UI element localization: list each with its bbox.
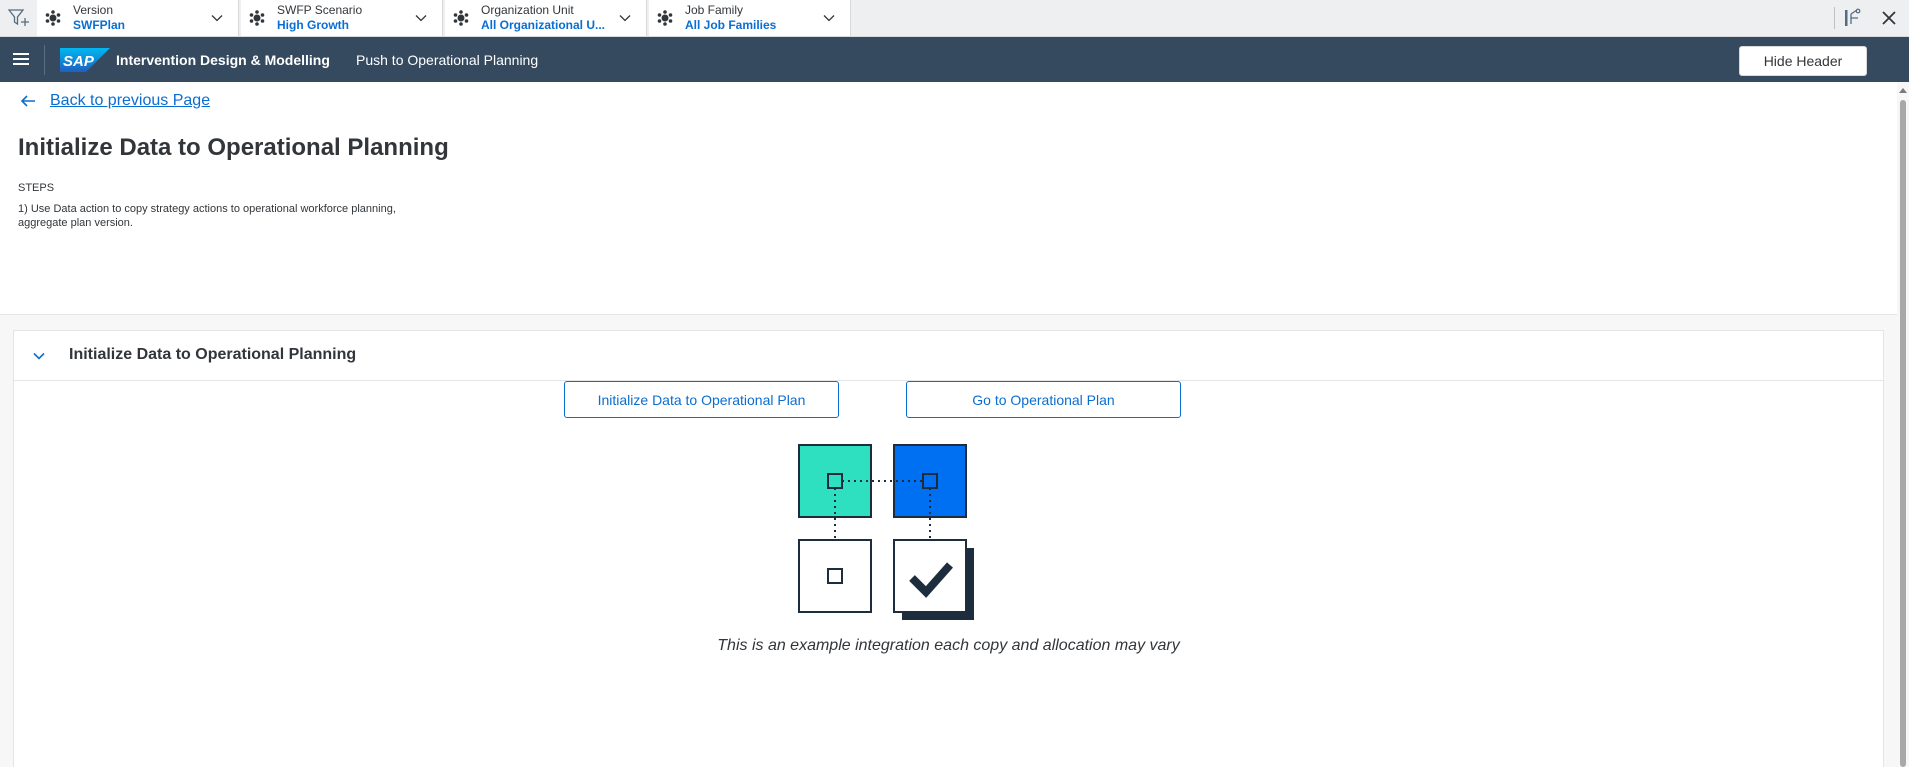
filter-value: SWFPlan [73, 18, 126, 32]
filter-job-family[interactable]: Job Family All Job Families [649, 0, 851, 36]
hierarchy-icon [657, 10, 673, 26]
back-link[interactable]: Back to previous Page [20, 92, 210, 110]
filter-bar: Version SWFPlan SWFP Scenario High Growt… [0, 0, 1909, 37]
filter-value: All Job Families [685, 18, 777, 32]
hide-header-button[interactable]: Hide Header [1739, 46, 1867, 76]
filter-label: Version [73, 3, 114, 17]
close-icon[interactable] [1880, 9, 1898, 27]
filter-label: Job Family [685, 3, 744, 17]
go-to-operational-plan-button[interactable]: Go to Operational Plan [906, 381, 1181, 418]
filter-value: High Growth [277, 18, 349, 32]
illustration-caption: This is an example integration each copy… [717, 637, 1180, 654]
initialize-data-button[interactable]: Initialize Data to Operational Plan [564, 381, 839, 418]
shell-bar: SAP Intervention Design & Modelling Push… [0, 37, 1909, 82]
initialize-data-panel: Initialize Data to Operational Planning … [13, 330, 1884, 767]
filter-label: SWFP Scenario [277, 3, 363, 17]
hierarchy-icon [249, 10, 265, 26]
steps-text: 1) Use Data action to copy strategy acti… [18, 203, 396, 229]
filter-swfp-scenario[interactable]: SWFP Scenario High Growth [241, 0, 443, 36]
filter-value: All Organizational U... [481, 18, 606, 32]
integration-illustration [798, 444, 974, 620]
arrow-left-icon [20, 95, 35, 107]
page-title: Initialize Data to Operational Planning [18, 134, 449, 161]
chevron-down-icon[interactable] [414, 11, 428, 25]
filter-panel-toggle-icon[interactable] [1843, 8, 1863, 28]
chevron-down-icon[interactable] [32, 349, 46, 363]
page-scrollbar[interactable] [1897, 82, 1909, 767]
steps-label: STEPS [18, 182, 55, 194]
hierarchy-icon [453, 10, 469, 26]
panel-title: Initialize Data to Operational Planning [69, 346, 357, 363]
chevron-down-icon[interactable] [210, 11, 224, 25]
hamburger-menu-icon[interactable] [12, 51, 30, 67]
filter-version[interactable]: Version SWFPlan [37, 0, 239, 36]
back-link-label: Back to previous Page [50, 92, 211, 109]
shell-divider [44, 45, 45, 75]
page-header: Back to previous Page Initialize Data to… [0, 82, 1897, 315]
app-title: Intervention Design & Modelling [116, 52, 330, 68]
scrollbar-thumb[interactable] [1900, 100, 1906, 767]
chevron-down-icon[interactable] [822, 11, 836, 25]
filter-organization-unit[interactable]: Organization Unit All Organizational U..… [445, 0, 647, 36]
chevron-down-icon[interactable] [618, 11, 632, 25]
hierarchy-icon [45, 10, 61, 26]
filter-label: Organization Unit [481, 3, 574, 17]
scroll-up-arrow-icon[interactable] [1899, 86, 1907, 94]
toolbar-divider [1834, 7, 1835, 29]
sap-logo[interactable]: SAP [60, 48, 110, 72]
add-filter-icon[interactable] [8, 8, 30, 28]
app-subtitle[interactable]: Push to Operational Planning [356, 52, 538, 68]
panel-header: Initialize Data to Operational Planning [14, 331, 1883, 381]
svg-text:SAP: SAP [63, 53, 95, 70]
